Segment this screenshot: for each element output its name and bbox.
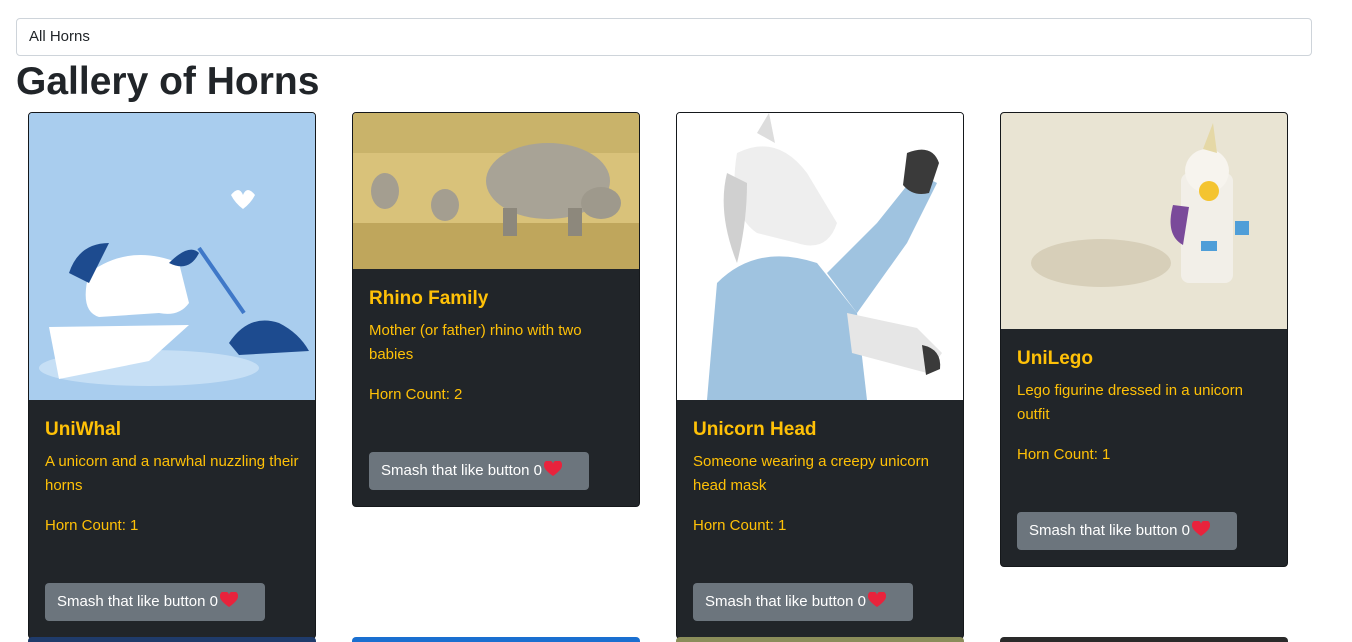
gallery-card-unicorn-head: Unicorn Head Someone wearing a creepy un…	[676, 112, 964, 639]
horn-count: Horn Count: 1	[45, 517, 139, 534]
card-title: Unicorn Head	[693, 419, 817, 440]
like-button-label: Smash that like button 0	[57, 593, 218, 610]
like-button-label: Smash that like button 0	[705, 593, 866, 610]
heart-icon	[219, 592, 238, 607]
like-button[interactable]: Smash that like button 0	[45, 583, 265, 621]
gallery-card-uniwhal: UniWhal A unicorn and a narwhal nuzzling…	[28, 112, 316, 639]
card-description: Lego figurine dressed in a unicorn outfi…	[1017, 382, 1243, 423]
page-title: Gallery of Horns	[16, 60, 320, 103]
like-button[interactable]: Smash that like button 0	[693, 583, 913, 621]
heart-icon	[543, 461, 562, 476]
gallery-card-peek	[676, 637, 964, 642]
like-button-label: Smash that like button 0	[381, 462, 542, 479]
card-title: UniLego	[1017, 348, 1093, 369]
like-button[interactable]: Smash that like button 0	[369, 452, 589, 490]
horn-filter-select[interactable]: All Horns	[16, 18, 1312, 56]
like-button-label: Smash that like button 0	[1029, 522, 1190, 539]
gallery-card-peek	[352, 637, 640, 642]
card-description: A unicorn and a narwhal nuzzling their h…	[45, 453, 299, 494]
card-image[interactable]	[1001, 113, 1287, 329]
card-description: Mother (or father) rhino with two babies	[369, 322, 582, 363]
gallery-card-peek	[28, 637, 316, 642]
like-button[interactable]: Smash that like button 0	[1017, 512, 1237, 550]
card-title: UniWhal	[45, 419, 121, 440]
horn-count: Horn Count: 1	[693, 517, 787, 534]
heart-icon	[867, 592, 886, 607]
horn-count: Horn Count: 1	[1017, 446, 1111, 463]
horn-count: Horn Count: 2	[369, 386, 463, 403]
card-image[interactable]	[353, 113, 639, 269]
gallery-card-peek	[1000, 637, 1288, 642]
card-description: Someone wearing a creepy unicorn head ma…	[693, 453, 929, 494]
gallery-card-rhino-family: Rhino Family Mother (or father) rhino wi…	[352, 112, 640, 507]
heart-icon	[1191, 521, 1210, 536]
card-title: Rhino Family	[369, 288, 489, 309]
card-image[interactable]	[29, 113, 315, 400]
card-image[interactable]	[677, 113, 963, 400]
gallery-card-unilego: UniLego Lego figurine dressed in a unico…	[1000, 112, 1288, 567]
